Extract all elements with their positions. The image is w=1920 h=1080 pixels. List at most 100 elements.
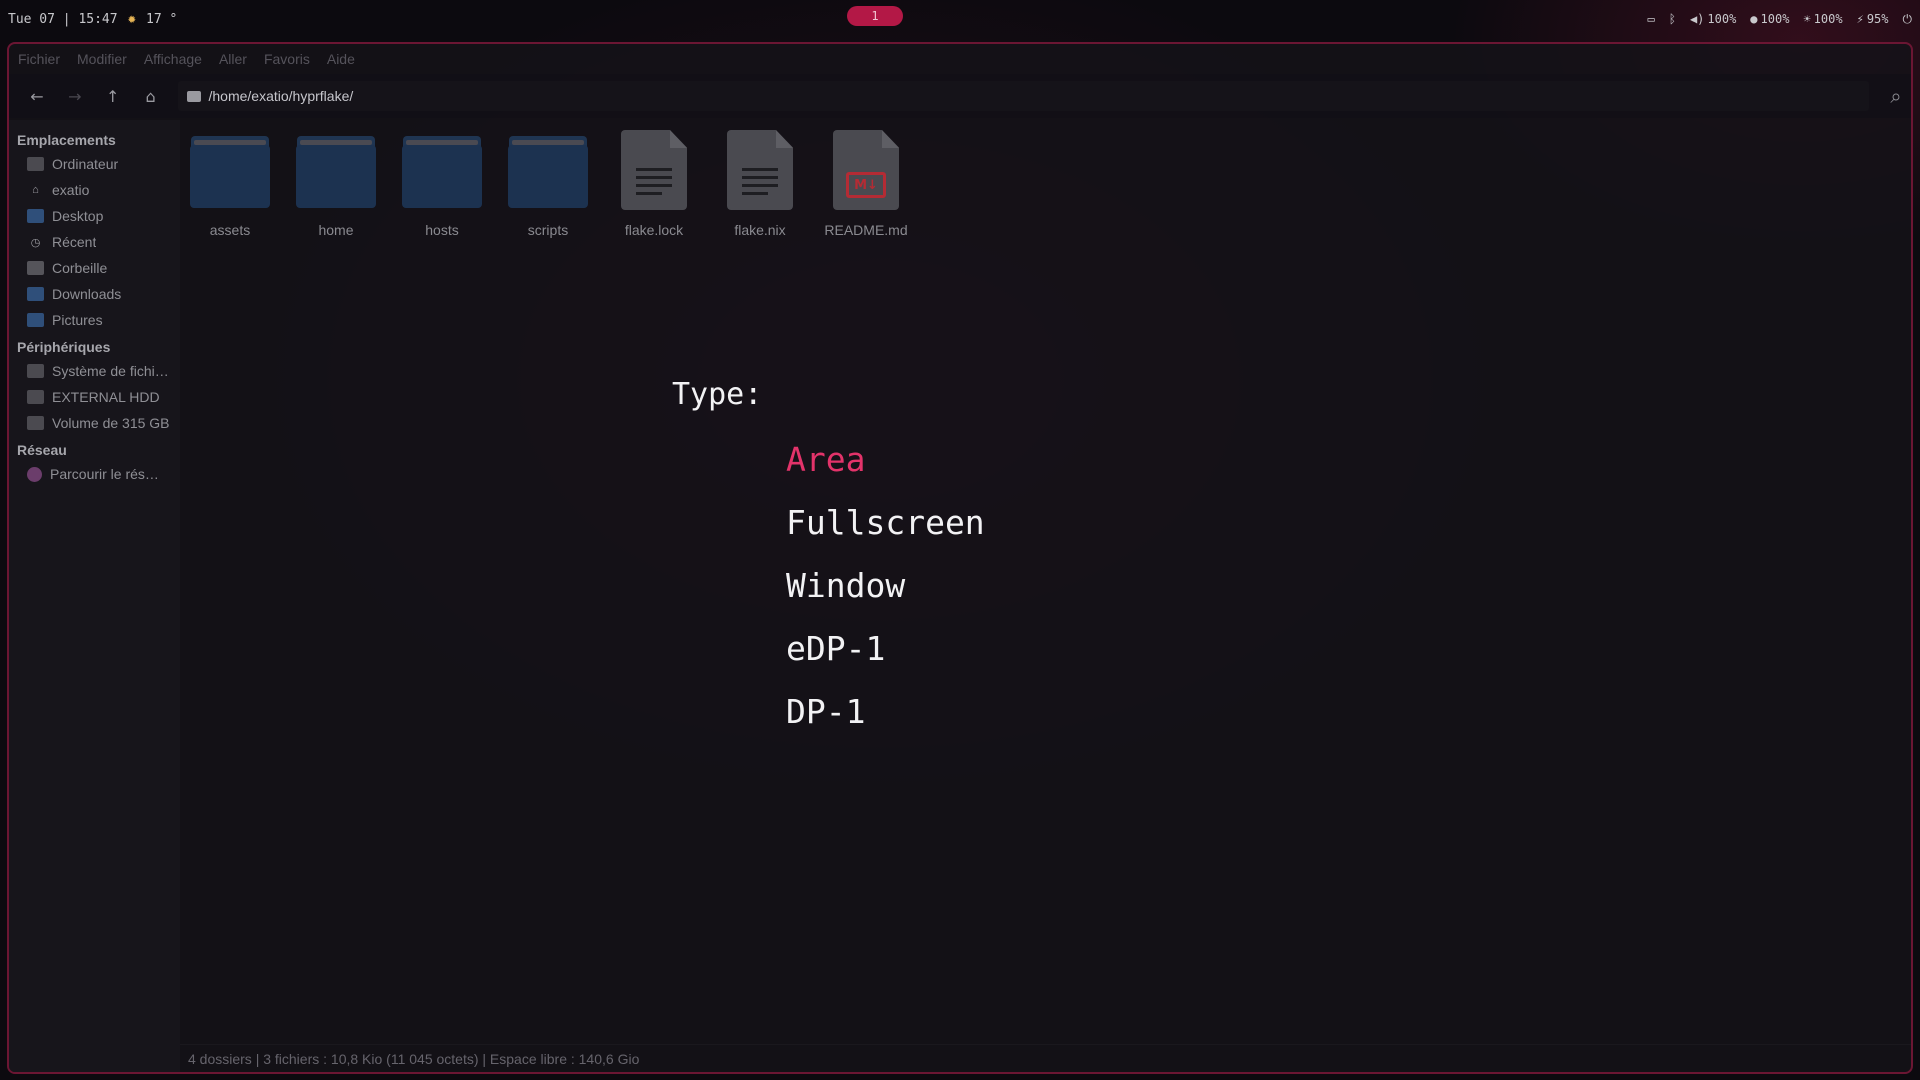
temperature: 17 ° [146, 11, 178, 27]
bluetooth-icon[interactable]: ᛒ [1669, 12, 1676, 26]
option-dp-1[interactable]: DP-1 [786, 688, 985, 751]
location-path: /home/exatio/hyprflake/ [208, 88, 354, 104]
folder-icon [402, 130, 482, 210]
menu-aller[interactable]: Aller [219, 51, 247, 67]
sidebar-item-label: EXTERNAL HDD [52, 389, 160, 405]
mic-indicator[interactable]: ● 100% [1750, 12, 1789, 26]
sidebar-item-downloads[interactable]: Downloads [9, 281, 180, 307]
folder-assets[interactable]: assets [190, 130, 270, 238]
sidebar-item-label: Downloads [52, 286, 122, 302]
sidebar-item-label: Parcourir le rés… [50, 466, 159, 482]
search-icon[interactable]: ⌕ [1881, 81, 1911, 111]
folder-icon [190, 130, 270, 210]
file-label: README.md [824, 222, 908, 238]
folder-hosts[interactable]: hosts [402, 130, 482, 238]
menu-modifier[interactable]: Modifier [77, 51, 127, 67]
file-label: flake.lock [624, 222, 684, 238]
drive-icon [27, 416, 44, 430]
clock-icon: ◷ [30, 236, 41, 249]
forward-arrow-icon[interactable]: → [56, 81, 94, 111]
option-window[interactable]: Window [786, 562, 985, 625]
pictures-icon [27, 313, 44, 327]
screen-icon[interactable]: ▭ [1648, 12, 1655, 26]
file-grid: assets home hosts scripts flake.lock fla… [190, 130, 908, 238]
top-bar-right: ▭ ᛒ ◀) 100% ● 100% ☀ 100% ⚡ 95% ⏻ [1648, 12, 1913, 27]
menu-bar: Fichier Modifier Affichage Aller Favoris… [9, 44, 1911, 74]
home-icon: ⌂ [32, 184, 39, 196]
option-area[interactable]: Area [786, 436, 985, 499]
volume-indicator[interactable]: ◀) 100% [1690, 12, 1736, 26]
file-label: scripts [527, 222, 569, 238]
sidebar-item-label: Ordinateur [52, 156, 119, 172]
battery-indicator[interactable]: ⚡ 95% [1857, 12, 1889, 26]
sidebar: Emplacements Ordinateur ⌂ exatio Desktop … [9, 120, 180, 1072]
trash-icon [27, 261, 44, 275]
sidebar-item-ordinateur[interactable]: Ordinateur [9, 151, 180, 177]
option-edp-1[interactable]: eDP-1 [786, 625, 985, 688]
text-file-icon [727, 130, 793, 210]
file-label: home [318, 222, 354, 238]
battery-icon: ⚡ [1856, 12, 1864, 26]
mic-value: 100% [1760, 12, 1790, 26]
sidebar-item-label: Volume de 315 GB [52, 415, 170, 431]
computer-icon [27, 157, 44, 171]
mic-icon: ● [1750, 12, 1758, 26]
menu-aide[interactable]: Aide [327, 51, 355, 67]
brightness-icon: ☀ [1803, 12, 1811, 26]
sidebar-item-label: exatio [52, 182, 90, 198]
workspace-indicator[interactable]: 1 [847, 6, 903, 26]
location-bar[interactable]: /home/exatio/hyprflake/ [177, 81, 1870, 111]
menu-affichage[interactable]: Affichage [144, 51, 202, 67]
sidebar-item-volume[interactable]: Volume de 315 GB [9, 410, 180, 436]
sidebar-item-filesystem[interactable]: Système de fichi… [9, 358, 180, 384]
markdown-badge: M↓ [846, 172, 886, 198]
folder-icon [296, 130, 376, 210]
folder-home[interactable]: home [296, 130, 376, 238]
sidebar-item-pictures[interactable]: Pictures [9, 307, 180, 333]
folder-icon [508, 130, 588, 210]
file-readme-md[interactable]: M↓ README.md [824, 130, 908, 238]
option-fullscreen[interactable]: Fullscreen [786, 499, 985, 562]
menu-options: Area Fullscreen Window eDP-1 DP-1 [786, 436, 985, 751]
toolbar: ← → ↑ ⌂ /home/exatio/hyprflake/ ⌕ [9, 74, 1911, 118]
sidebar-item-label: Pictures [52, 312, 103, 328]
drive-icon [27, 364, 44, 378]
up-arrow-icon[interactable]: ↑ [94, 81, 132, 111]
downloads-icon [27, 287, 44, 301]
file-view[interactable]: assets home hosts scripts flake.lock fla… [180, 120, 1911, 1072]
sidebar-item-recent[interactable]: ◷ Récent [9, 229, 180, 255]
folder-scripts[interactable]: scripts [508, 130, 588, 238]
sidebar-item-desktop[interactable]: Desktop [9, 203, 180, 229]
sidebar-item-home[interactable]: ⌂ exatio [9, 177, 180, 203]
file-flake-nix[interactable]: flake.nix [720, 130, 800, 238]
file-label: flake.nix [734, 222, 786, 238]
sun-icon: ✹ [127, 11, 137, 27]
sidebar-item-label: Desktop [52, 208, 104, 224]
sidebar-header-network: Réseau [17, 442, 67, 458]
battery-value: 95% [1866, 12, 1889, 26]
power-icon[interactable]: ⏻ [1903, 12, 1913, 27]
brightness-indicator[interactable]: ☀ 100% [1803, 12, 1842, 26]
drive-icon [27, 390, 44, 404]
sidebar-header-places: Emplacements [17, 132, 116, 148]
sidebar-header-devices: Périphériques [17, 339, 111, 355]
sidebar-item-external-hdd[interactable]: EXTERNAL HDD [9, 384, 180, 410]
sidebar-item-network[interactable]: Parcourir le rés… [9, 461, 180, 487]
status-bar: 4 dossiers | 3 fichiers : 10,8 Kio (11 0… [180, 1044, 1911, 1072]
file-label: hosts [425, 222, 459, 238]
file-flake-lock[interactable]: flake.lock [614, 130, 694, 238]
volume-value: 100% [1707, 12, 1737, 26]
text-file-icon [621, 130, 687, 210]
desktop-icon [27, 209, 44, 223]
file-label: assets [209, 222, 251, 238]
menu-favoris[interactable]: Favoris [264, 51, 310, 67]
clock[interactable]: Tue 07 | 15:47 [8, 12, 118, 27]
back-arrow-icon[interactable]: ← [18, 81, 56, 111]
network-icon [27, 466, 42, 482]
sidebar-item-trash[interactable]: Corbeille [9, 255, 180, 281]
home-icon[interactable]: ⌂ [132, 81, 170, 111]
markdown-file-icon: M↓ [833, 130, 899, 210]
sidebar-item-label: Récent [52, 234, 97, 250]
top-bar: Tue 07 | 15:47 ✹ 17 ° ▭ ᛒ ◀) 100% ● 100% ☀… [0, 0, 1920, 38]
menu-fichier[interactable]: Fichier [18, 51, 60, 67]
